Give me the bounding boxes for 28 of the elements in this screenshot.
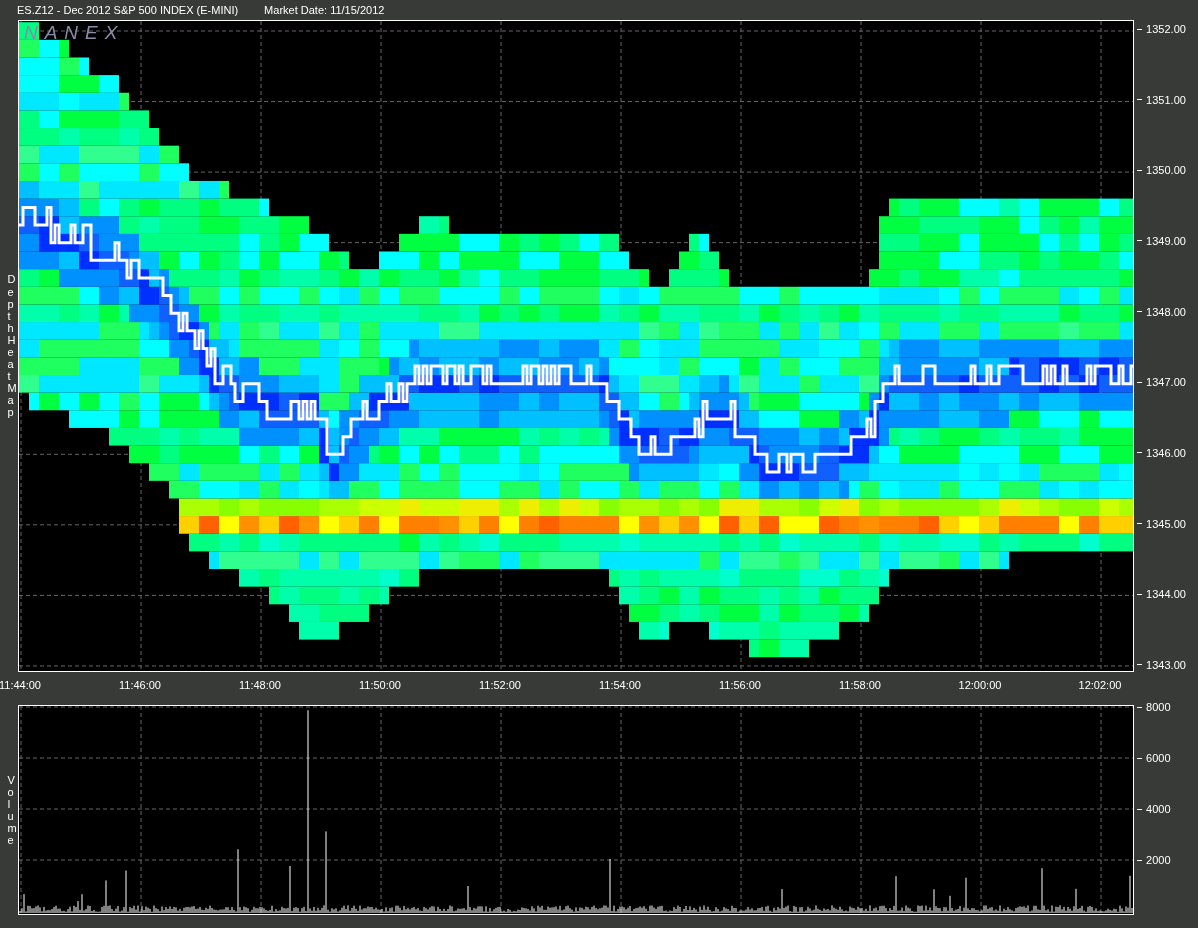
time-label: 11:56:00 [718, 679, 762, 691]
instrument-title: ES.Z12 - Dec 2012 S&P 500 INDEX (E-MINI) [17, 4, 239, 16]
axis-title: Volume [6, 773, 15, 847]
time-label: 11:48:00 [238, 679, 282, 691]
price-label: 1349.00 [1146, 234, 1186, 247]
time-label: 12:00:00 [957, 679, 1003, 691]
price-label: 1352.00 [1146, 23, 1186, 35]
price-label: 1351.00 [1146, 93, 1186, 106]
time-label: 11:46:00 [118, 679, 162, 691]
volume-label: 2000 [1146, 854, 1171, 866]
volume-label: 8000 [1146, 701, 1171, 713]
price-label: 1346.00 [1146, 446, 1186, 459]
price-label: 1350.00 [1146, 164, 1186, 177]
volume-label: 6000 [1146, 752, 1171, 764]
market-date: Market Date: 11/15/2012 [264, 4, 385, 16]
price-label: 1343.00 [1146, 658, 1186, 671]
price-label: 1345.00 [1146, 517, 1186, 530]
price-label: 1348.00 [1146, 305, 1186, 318]
time-label: 11:58:00 [838, 679, 882, 691]
time-label: 11:52:00 [478, 679, 522, 691]
volume-label: 4000 [1146, 803, 1171, 815]
axis-title: Depth Heat Map [6, 273, 15, 419]
price-label: 1347.00 [1146, 376, 1186, 389]
time-label: 12:02:00 [1077, 679, 1123, 691]
price-label: 1344.00 [1146, 588, 1186, 601]
time-label: 11:54:00 [598, 679, 642, 691]
time-label: 11:50:00 [358, 679, 402, 691]
time-label: 11:44:00 [0, 679, 42, 691]
